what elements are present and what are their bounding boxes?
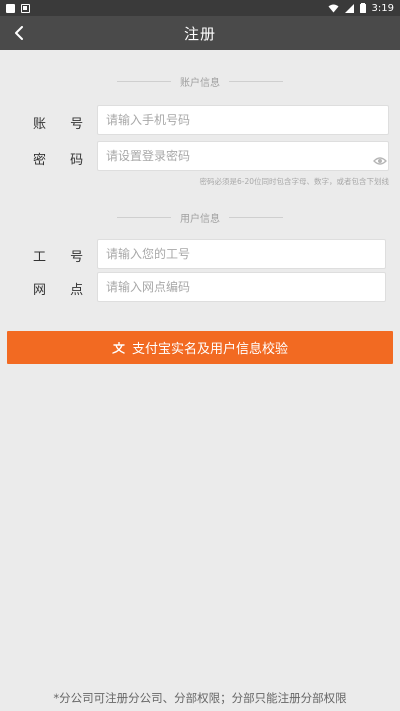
account-label: 账 号 — [33, 117, 94, 132]
status-bar: 3:19 — [0, 0, 400, 16]
outlet-label: 网 点 — [33, 283, 94, 298]
divider — [117, 217, 171, 218]
phone-number-input[interactable] — [97, 105, 389, 135]
outlet-code-input[interactable] — [97, 272, 386, 302]
alipay-icon — [112, 341, 125, 354]
password-label: 密 码 — [33, 153, 94, 168]
employee-id-input[interactable] — [97, 239, 386, 269]
app-bar: 注册 — [0, 16, 400, 50]
employee-id-label: 工 号 — [33, 250, 94, 265]
divider — [117, 81, 171, 82]
eye-icon[interactable] — [373, 156, 387, 166]
account-section-label: 账户信息 — [180, 78, 220, 89]
wifi-icon — [328, 4, 339, 12]
signal-icon — [344, 3, 354, 13]
page-title: 注册 — [183, 24, 216, 43]
back-button[interactable] — [4, 16, 34, 50]
footer-note: *分公司可注册分公司、分部权限；分部只能注册分部权限 — [53, 691, 347, 705]
divider — [229, 217, 283, 218]
password-input[interactable] — [97, 141, 389, 171]
user-section-title: 用户信息 — [0, 210, 400, 225]
notification-icon — [6, 3, 15, 13]
account-section-title: 账户信息 — [0, 74, 400, 89]
verify-button-label: 支付宝实名及用户信息校验 — [131, 342, 288, 357]
chevron-left-icon — [15, 26, 23, 40]
user-section-label: 用户信息 — [180, 214, 220, 225]
image-notification-icon — [21, 3, 30, 13]
alipay-verify-button[interactable]: 支付宝实名及用户信息校验 — [7, 331, 393, 364]
password-hint: 密码必须是6-20位同时包含字母、数字，或者包含下划线 — [199, 177, 389, 186]
status-time: 3:19 — [371, 2, 394, 14]
battery-icon — [359, 3, 366, 13]
divider — [229, 81, 283, 82]
